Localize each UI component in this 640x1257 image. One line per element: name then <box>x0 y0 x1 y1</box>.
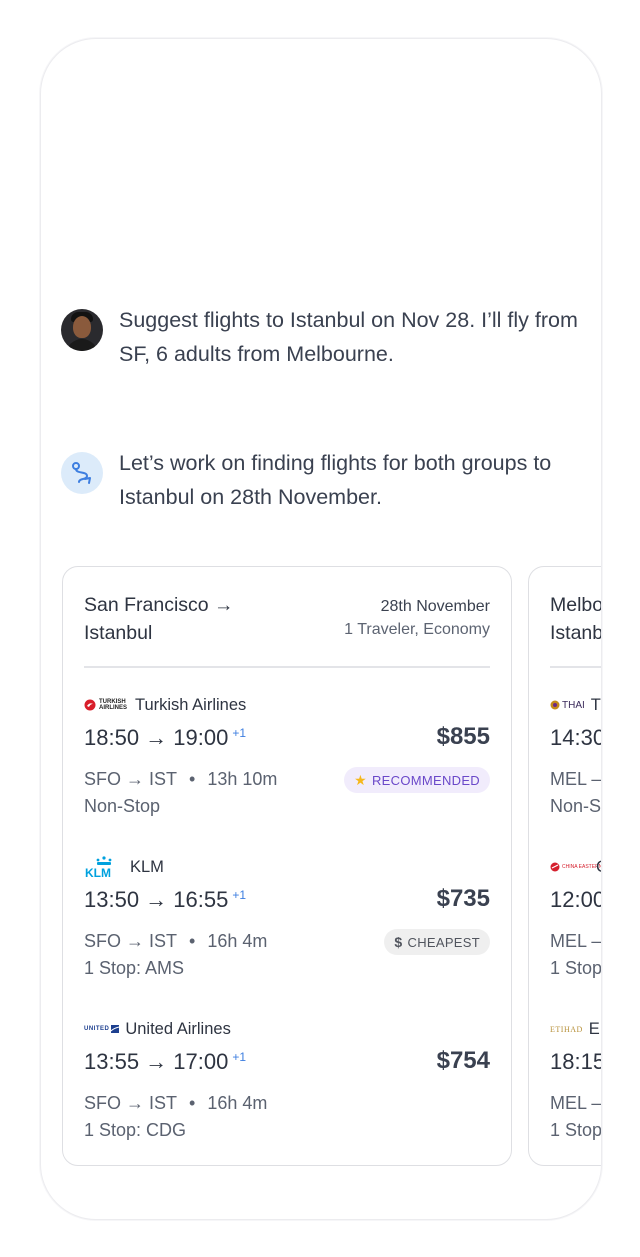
flight-results-card-mel[interactable]: Melbo Istanb THAI T 14:30 MEL – Non-S CH… <box>528 566 602 1167</box>
card-route-title: Melbo Istanb <box>550 594 602 644</box>
airline-info: KLM KLM <box>84 855 164 879</box>
flight-option-klm[interactable]: KLM KLM 13:50 → 16:55 +1 $735 SFO → IST • 1… <box>84 855 490 1005</box>
dollar-icon: $ <box>394 934 403 950</box>
klm-logo-icon: KLM <box>84 855 124 879</box>
flight-price: $735 <box>436 885 490 912</box>
flight-route: MEL – <box>550 1093 602 1113</box>
etihad-logo-icon: ETIHAD <box>550 1024 583 1034</box>
flight-route: MEL – <box>550 931 602 951</box>
flight-duration: 13h 10m <box>207 769 278 789</box>
flight-price: $855 <box>436 723 490 750</box>
thai-airways-logo-icon: THAI <box>550 700 585 711</box>
flight-route: MEL – <box>550 769 602 789</box>
flight-price: $754 <box>436 1047 490 1074</box>
user-message: Suggest flights to Istanbul on Nov 28. I… <box>61 308 591 371</box>
flight-times: 18:50 → 19:00 +1 <box>84 725 247 750</box>
star-icon: ★ <box>354 771 367 788</box>
card-date-info: 28th November 1 Traveler, Economy <box>344 595 490 641</box>
card-route-title: San Francisco → Istanbul <box>84 594 234 644</box>
flight-times: 12:00 <box>550 887 602 912</box>
airline-name: Turkish Airlines <box>135 695 247 714</box>
assistant-avatar <box>61 452 103 494</box>
day-offset: +1 <box>232 725 247 740</box>
flight-route: SFO → IST • 16h 4m <box>84 931 268 951</box>
user-message-text: Suggest flights to Istanbul on Nov 28. I… <box>119 308 578 366</box>
china-eastern-logo-icon: CHINA EASTERN <box>550 862 601 872</box>
assistant-message: Let’s work on finding flights for both g… <box>61 451 591 514</box>
assistant-message-text: Let’s work on finding flights for both g… <box>119 451 552 509</box>
flight-stops: Non-S <box>550 796 602 816</box>
airline-info: THAI T <box>550 693 601 717</box>
phone-frame: Suggest flights to Istanbul on Nov 28. I… <box>40 38 602 1220</box>
recommended-badge: ★ RECOMMENDED <box>344 767 490 793</box>
flight-option-thai[interactable]: THAI T 14:30 MEL – Non-S <box>550 693 602 843</box>
turkish-airlines-logo-icon: TURKISH AIRLINES <box>84 699 129 711</box>
flight-stops: 1 Stop <box>550 958 602 978</box>
flight-times: 14:30 <box>550 725 602 750</box>
airline-info: ETIHAD E <box>550 1019 600 1038</box>
cheapest-badge: $ CHEAPEST <box>384 929 490 955</box>
flight-route: SFO → IST • 13h 10m <box>84 769 278 789</box>
airline-name: KLM <box>130 857 164 876</box>
card-divider <box>84 666 490 668</box>
airline-info: CHINA EASTERN C <box>550 855 601 879</box>
airline-info: TURKISH AIRLINES Turkish Airlines <box>84 693 246 717</box>
flight-times: 13:55 → 17:00 +1 <box>84 1049 247 1074</box>
flight-times: 18:15 <box>550 1049 602 1074</box>
flight-option-united[interactable]: UNITED United Airlines 13:55 → 17:00 +1 $… <box>84 1017 490 1167</box>
flight-times: 13:50 → 16:55 +1 <box>84 887 247 912</box>
flight-option-etihad[interactable]: ETIHAD E 18:15 MEL – 1 Stop <box>550 1017 602 1167</box>
airline-name: United Airlines <box>125 1019 231 1038</box>
flight-results-card-sf[interactable]: San Francisco → Istanbul 28th November 1… <box>62 566 512 1166</box>
flight-stops: Non-Stop <box>84 796 161 816</box>
airline-info: UNITED United Airlines <box>84 1017 231 1041</box>
route-icon <box>72 462 91 484</box>
card-divider <box>550 666 601 668</box>
travel-date: 28th November <box>380 598 490 615</box>
flight-duration: 16h 4m <box>207 931 268 951</box>
traveler-info: 1 Traveler, Economy <box>344 621 490 638</box>
day-offset: +1 <box>232 1049 247 1064</box>
flight-option-china-eastern[interactable]: CHINA EASTERN C 12:00 MEL – 1 Stop <box>550 855 602 1005</box>
flight-stops: 1 Stop: CDG <box>84 1120 187 1140</box>
flight-option-turkish[interactable]: TURKISH AIRLINES Turkish Airlines 18:50 … <box>84 693 490 843</box>
united-airlines-logo-icon: UNITED <box>84 1025 120 1033</box>
user-avatar <box>61 309 103 351</box>
day-offset: +1 <box>232 887 247 902</box>
flight-stops: 1 Stop <box>550 1120 602 1140</box>
flight-route: SFO → IST • 16h 4m <box>84 1093 268 1113</box>
flight-stops: 1 Stop: AMS <box>84 958 185 978</box>
flight-duration: 16h 4m <box>207 1093 268 1113</box>
svg-text:KLM: KLM <box>85 866 111 879</box>
